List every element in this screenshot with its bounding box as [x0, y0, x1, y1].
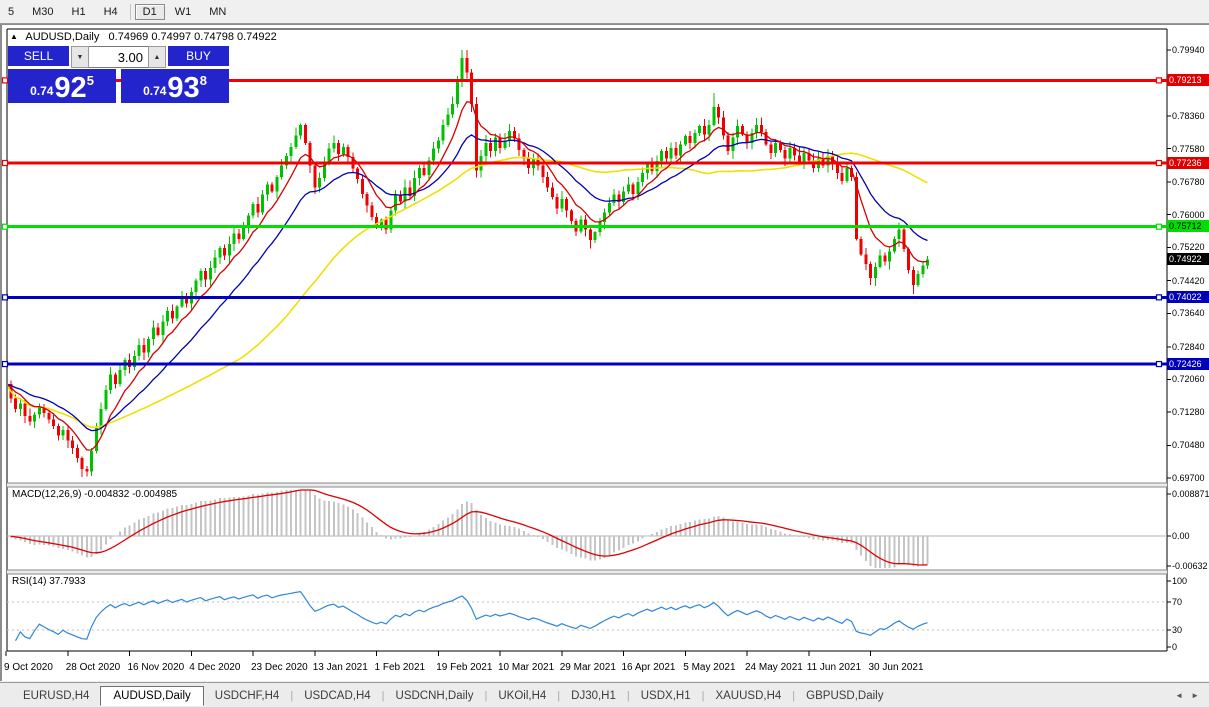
date-axis-label: 13 Jan 2021 [313, 662, 368, 673]
price-axis-tick: 0.71280 [1172, 407, 1208, 417]
buy-button[interactable]: BUY [168, 46, 229, 68]
date-axis-label: 28 Oct 2020 [66, 662, 120, 673]
timeframe-H4[interactable]: H4 [96, 4, 126, 20]
one-click-trading-panel: SELL ▼ 3.00 ▲ BUY 0.74 92 5 0.74 93 8 [8, 46, 229, 103]
date-axis-label: 4 Dec 2020 [189, 662, 240, 673]
rsi-axis-tick: 70 [1172, 597, 1208, 607]
timeframe-M30[interactable]: M30 [24, 4, 61, 20]
tab-scroll-arrows: ◄► [1175, 691, 1199, 700]
date-axis-label: 16 Apr 2021 [622, 662, 676, 673]
date-axis-label: 10 Mar 2021 [498, 662, 554, 673]
tab-usdcnh-daily[interactable]: USDCNH,Daily [385, 687, 485, 705]
volume-decrease-button[interactable]: ▼ [71, 46, 89, 68]
tab-usdchf-h4[interactable]: USDCHF,H4 [204, 687, 291, 705]
date-axis-label: 16 Nov 2020 [128, 662, 185, 673]
sell-price-big: 92 [54, 75, 86, 101]
buy-price-display[interactable]: 0.74 93 8 [121, 69, 229, 103]
tab-dj30-h1[interactable]: DJ30,H1 [560, 687, 627, 705]
arrow-up-icon: ▲ [154, 54, 161, 61]
price-axis-badge: 0.77236 [1167, 157, 1209, 169]
price-axis-tick: 0.76000 [1172, 210, 1208, 220]
price-axis-tick: 0.77580 [1172, 144, 1208, 154]
chart-symbol: AUDUSD,Daily [25, 31, 99, 43]
date-axis-label: 30 Jun 2021 [869, 662, 924, 673]
buy-price-big: 93 [167, 75, 199, 101]
price-axis-badge: 0.74922 [1167, 253, 1209, 265]
rsi-axis-tick: 30 [1172, 625, 1208, 635]
tab-gbpusd-daily[interactable]: GBPUSD,Daily [795, 687, 894, 705]
timeframe-W1[interactable]: W1 [167, 4, 200, 20]
date-axis-label: 23 Dec 2020 [251, 662, 308, 673]
tab-usdx-h1[interactable]: USDX,H1 [630, 687, 702, 705]
price-axis-tick: 0.78360 [1172, 111, 1208, 121]
timeframe-D1[interactable]: D1 [135, 4, 165, 20]
chart-tab-bar: EURUSD,H4AUDUSD,DailyUSDCHF,H4|USDCAD,H4… [0, 682, 1209, 707]
timeframe-H1[interactable]: H1 [64, 4, 94, 20]
macd-label: MACD(12,26,9) -0.004832 -0.004985 [12, 489, 177, 500]
tab-scroll-left-icon[interactable]: ◄ [1175, 691, 1183, 700]
tab-ukoil-h4[interactable]: UKOil,H4 [487, 687, 557, 705]
timeframe-toolbar: 5M30H1H4 D1W1MN [0, 0, 1209, 24]
price-axis-tick: 0.75220 [1172, 242, 1208, 252]
mt4-window: 5M30H1H4D1W1MN ▲ AUDUSD,Daily 0.74969 0.… [0, 0, 1209, 707]
date-axis-label: 5 May 2021 [683, 662, 735, 673]
rsi-axis-tick: 0 [1172, 642, 1208, 652]
price-axis-badge: 0.72426 [1167, 358, 1209, 370]
rsi-label: RSI(14) 37.7933 [12, 576, 85, 587]
price-axis-tick: 0.72840 [1172, 342, 1208, 352]
price-axis-badge: 0.74022 [1167, 291, 1209, 303]
price-axis-tick: 0.72060 [1172, 374, 1208, 384]
price-axis-tick: 0.74420 [1172, 276, 1208, 286]
tab-bar-spacer [0, 687, 12, 705]
macd-axis-tick: -0.00632 [1172, 561, 1208, 571]
price-axis-tick: 0.70480 [1172, 440, 1208, 450]
sell-price-pip: 5 [87, 73, 94, 88]
date-axis-label: 24 May 2021 [745, 662, 803, 673]
rsi-axis-tick: 100 [1172, 576, 1208, 586]
macd-axis-tick: 0.00 [1172, 531, 1208, 541]
date-axis-label: 19 Feb 2021 [436, 662, 492, 673]
sell-price-display[interactable]: 0.74 92 5 [8, 69, 116, 103]
price-axis-tick: 0.76780 [1172, 177, 1208, 187]
volume-stepper: ▼ 3.00 ▲ [71, 46, 166, 68]
sell-button[interactable]: SELL [8, 46, 69, 68]
tab-scroll-right-icon[interactable]: ► [1191, 691, 1199, 700]
timeframe-5[interactable]: 5 [0, 4, 22, 20]
buy-price-pip: 8 [200, 73, 207, 88]
date-axis-label: 11 Jun 2021 [807, 662, 861, 673]
arrow-down-icon: ▼ [77, 54, 84, 61]
buy-price-base: 0.74 [143, 84, 166, 98]
macd-axis-tick: 0.008871 [1172, 489, 1208, 499]
tab-xauusd-h4[interactable]: XAUUSD,H4 [704, 687, 792, 705]
volume-increase-button[interactable]: ▲ [148, 46, 166, 68]
price-axis-tick: 0.69700 [1172, 473, 1208, 483]
sell-price-base: 0.74 [30, 84, 53, 98]
tab-eurusd-h4[interactable]: EURUSD,H4 [12, 687, 100, 705]
tab-usdcad-h4[interactable]: USDCAD,H4 [293, 687, 381, 705]
timeframe-MN[interactable]: MN [201, 4, 234, 20]
volume-input[interactable]: 3.00 [89, 46, 148, 68]
date-axis-label: 9 Oct 2020 [4, 662, 53, 673]
price-axis-tick: 0.73640 [1172, 308, 1208, 318]
toolbar-divider [130, 4, 131, 20]
date-axis-label: 1 Feb 2021 [375, 662, 426, 673]
collapse-arrow-icon[interactable]: ▲ [10, 32, 18, 41]
price-axis-badge: 0.79213 [1167, 74, 1209, 86]
chart-title: ▲ AUDUSD,Daily 0.74969 0.74997 0.74798 0… [10, 31, 277, 43]
price-axis-badge: 0.75712 [1167, 220, 1209, 232]
date-axis-label: 29 Mar 2021 [560, 662, 616, 673]
chart-ohlc: 0.74969 0.74997 0.74798 0.74922 [109, 31, 277, 43]
tab-audusd-daily[interactable]: AUDUSD,Daily [100, 686, 203, 706]
price-axis-tick: 0.79940 [1172, 45, 1208, 55]
